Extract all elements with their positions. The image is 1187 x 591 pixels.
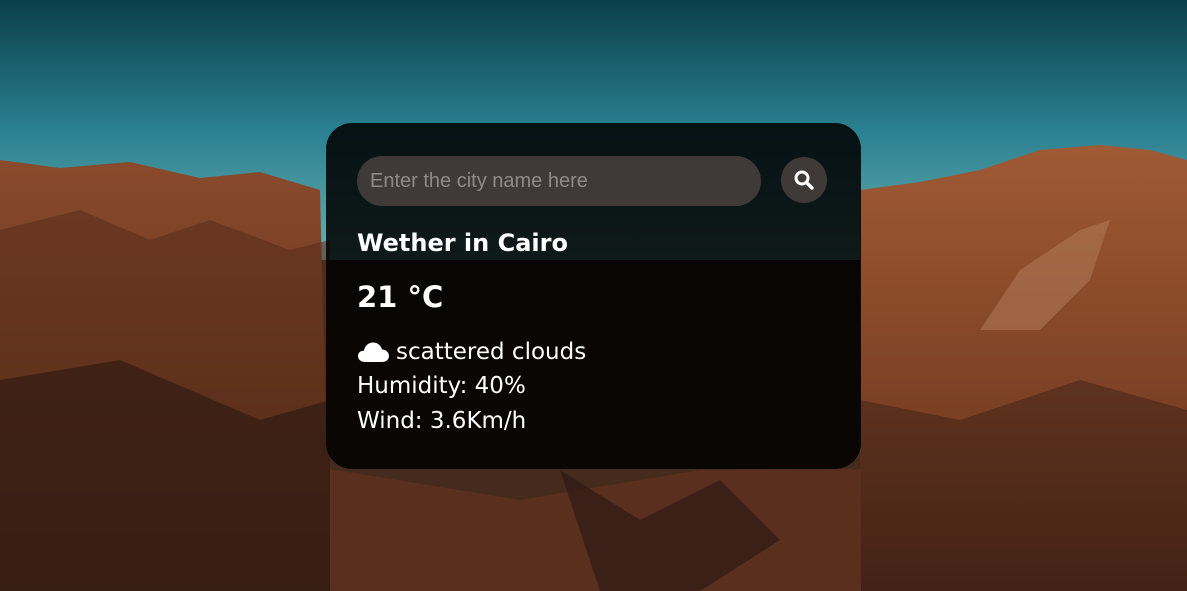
weather-description: scattered clouds xyxy=(396,339,587,365)
city-search-input[interactable] xyxy=(357,156,761,206)
temperature: 21 °C xyxy=(357,280,444,314)
weather-condition: scattered clouds xyxy=(357,337,586,367)
cloud-icon xyxy=(358,342,389,362)
weather-card: Wether in Cairo 21 °C scattered clouds H… xyxy=(326,123,861,469)
city-title: Wether in Cairo xyxy=(357,229,568,257)
search-bar xyxy=(357,156,827,206)
wind-speed: Wind: 3.6Km/h xyxy=(357,408,527,434)
humidity: Humidity: 40% xyxy=(357,373,526,399)
search-icon xyxy=(794,170,814,190)
search-button[interactable] xyxy=(781,157,827,203)
